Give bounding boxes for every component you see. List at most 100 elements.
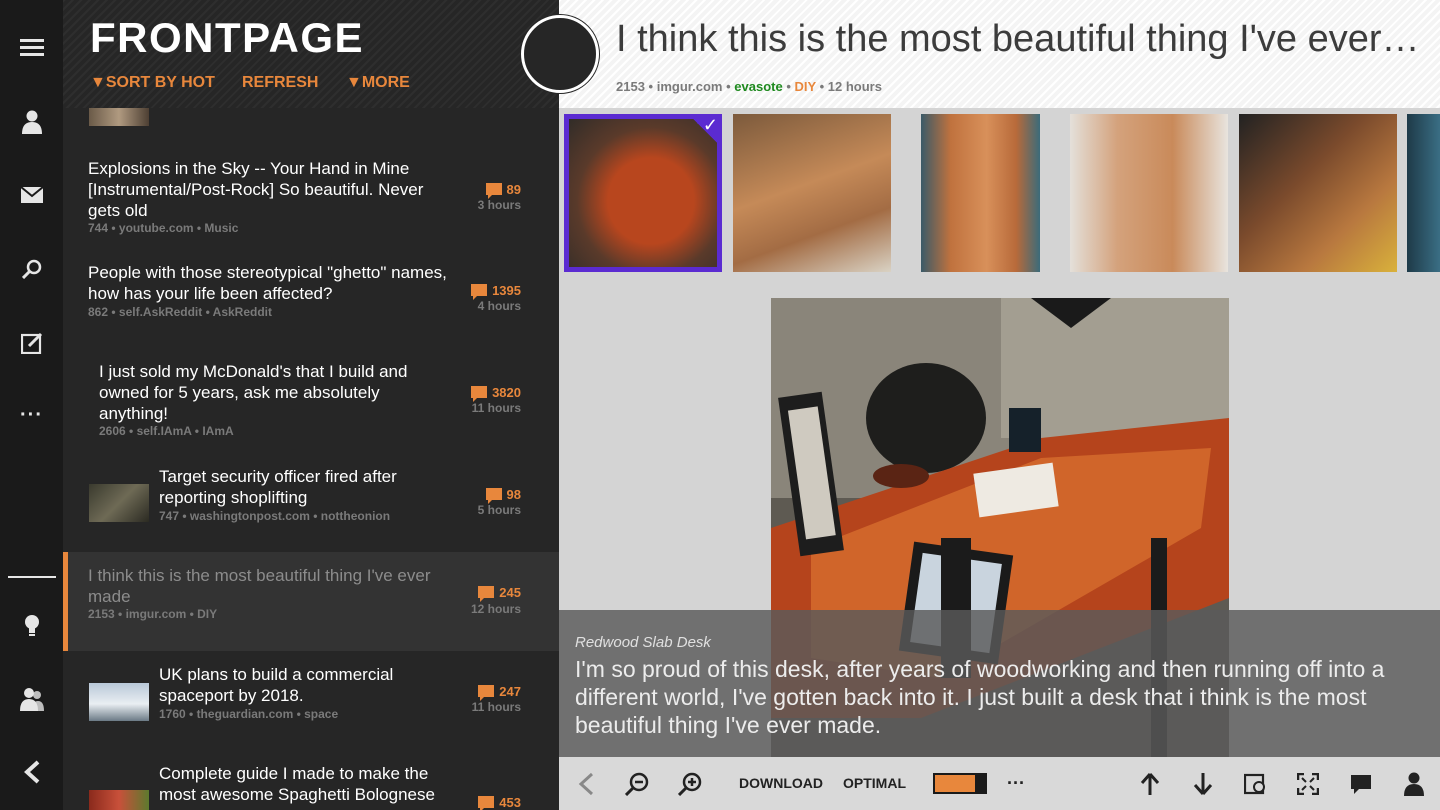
comment-icon [485,488,502,504]
post-meta: 747 • washingtonpost.com • nottheonion [159,509,391,523]
compose-icon[interactable] [0,323,63,363]
menu-icon[interactable] [0,27,63,67]
checkmark-icon: ✓ [688,114,722,148]
meta-separator: • [786,79,791,94]
post-age: 11 hours [471,401,521,415]
post-title: Target security officer fired after repo… [159,467,397,507]
detail-title: I think this is the most beautiful thing… [616,18,1420,60]
gallery-thumbnail[interactable] [921,114,1040,272]
post-detail-panel: I think this is the most beautiful thing… [521,0,1440,810]
comment-count-value: 245 [499,585,521,600]
bottom-toolbar: DOWNLOAD OPTIMAL ··· [559,757,1440,810]
comment-icon [478,796,495,810]
image-caption: Redwood Slab Desk I'm so proud of this d… [559,610,1440,757]
post-meta: 1760 • theguardian.com • space [159,707,339,721]
more-dots: ··· [20,403,43,426]
downvote-icon[interactable] [1190,757,1216,810]
back-icon[interactable] [0,752,63,792]
post-thumbnail[interactable] [89,683,149,721]
more-button[interactable]: ▼MORE [346,74,410,92]
reddit-app: ··· FRONTPAGE ▼SORT BY HOT REFRESH ▼MORE… [0,0,1440,810]
detail-user[interactable]: evasote [734,79,782,94]
detail-meta: 2153 • imgur.com • evasote • DIY • 12 ho… [616,79,882,94]
comment-icon [478,586,495,602]
previous-icon[interactable] [573,757,599,810]
post-title: UK plans to build a commercial spaceport… [159,665,394,705]
list-item[interactable]: Complete guide I made to make the most a… [63,755,559,810]
gallery-thumbnail[interactable] [733,114,891,272]
gallery-thumbnail[interactable] [1070,114,1228,272]
post-age: 12 hours [470,602,521,616]
lightbulb-icon[interactable] [0,606,63,646]
meta-separator: • [819,79,825,94]
post-age: 4 hours [477,299,521,313]
comment-count[interactable]: 89 [431,182,521,199]
post-meta: 862 • self.AskReddit • AskReddit [88,305,273,319]
caption-text: I'm so proud of this desk, after years o… [575,656,1385,738]
comment-count-value: 1395 [492,283,521,298]
comment-icon [471,386,488,402]
detail-score: 2153 [616,79,645,94]
caption-title: Redwood Slab Desk [575,634,711,651]
post-thumbnail[interactable] [89,484,149,522]
friends-icon[interactable] [0,679,63,719]
detail-avatar [521,15,599,93]
comment-count-value: 3820 [492,385,521,400]
post-meta: 2606 • self.IAmA • IAmA [99,424,234,438]
comment-count-value: 453 [499,795,521,810]
search-icon[interactable] [0,249,63,289]
comment-count[interactable]: 98 [431,487,521,504]
meta-separator: • [726,79,731,94]
meta-separator: • [648,79,654,94]
list-item[interactable]: I just sold my McDonald's that I build a… [63,352,559,448]
author-icon[interactable] [1401,757,1427,810]
list-header: FRONTPAGE ▼SORT BY HOT REFRESH ▼MORE [63,0,559,108]
refresh-button[interactable]: REFRESH [242,74,318,92]
comment-count[interactable]: 247 [431,684,521,701]
open-browser-icon[interactable] [1243,757,1269,810]
post-title: I just sold my McDonald's that I build a… [99,362,408,423]
post-title: I think this is the most beautiful thing… [88,566,431,606]
more-options-icon[interactable]: ··· [1003,757,1029,810]
mail-icon[interactable] [0,175,63,215]
post-title: People with those stereotypical "ghetto"… [88,263,447,303]
comment-icon [478,685,495,701]
rail-divider [8,576,56,578]
sort-button[interactable]: ▼SORT BY HOT [90,74,215,92]
profile-icon[interactable] [0,102,63,142]
list-item[interactable]: Target security officer fired after repo… [63,458,559,534]
list-item[interactable]: UK plans to build a commercial spaceport… [63,656,559,736]
detail-age: 12 hours [827,79,882,94]
list-item[interactable]: Explosions in the Sky -- Your Hand in Mi… [63,150,559,246]
gallery-thumbnail[interactable] [1239,114,1397,272]
zoom-in-icon[interactable] [676,757,704,810]
comment-count[interactable]: 453 [431,795,521,810]
post-age: 3 hours [477,198,521,212]
comments-icon[interactable] [1348,757,1374,810]
post-thumbnail[interactable] [89,790,149,810]
comment-icon [485,183,502,199]
comment-count-value: 247 [499,684,521,699]
download-button[interactable]: DOWNLOAD [739,775,823,791]
post-meta: 744 • youtube.com • Music [88,221,239,235]
list-item[interactable]: People with those stereotypical "ghetto"… [63,254,559,334]
detail-domain[interactable]: imgur.com [657,79,723,94]
quality-button[interactable]: OPTIMAL [843,775,906,791]
comment-count-value: 89 [506,182,521,197]
detail-subreddit[interactable]: DIY [795,79,816,94]
more-icon[interactable]: ··· [0,395,63,435]
zoom-out-icon[interactable] [623,757,651,810]
gallery-thumbnail-selected[interactable]: ✓ [564,114,722,272]
fullscreen-icon[interactable] [1295,757,1321,810]
comment-count[interactable]: 245 [431,585,521,602]
comment-count[interactable]: 1395 [431,283,521,300]
post-list-panel: FRONTPAGE ▼SORT BY HOT REFRESH ▼MORE Exp… [63,0,559,810]
gallery-thumbnail[interactable] [1407,114,1440,272]
detail-header: I think this is the most beautiful thing… [559,0,1440,108]
list-item-selected[interactable]: I think this is the most beautiful thing… [63,552,559,651]
upvote-icon[interactable] [1137,757,1163,810]
accent-color-swatch[interactable] [933,773,987,794]
comment-count[interactable]: 3820 [431,385,521,402]
navigation-rail: ··· [0,0,63,810]
post-age: 5 hours [477,503,521,517]
